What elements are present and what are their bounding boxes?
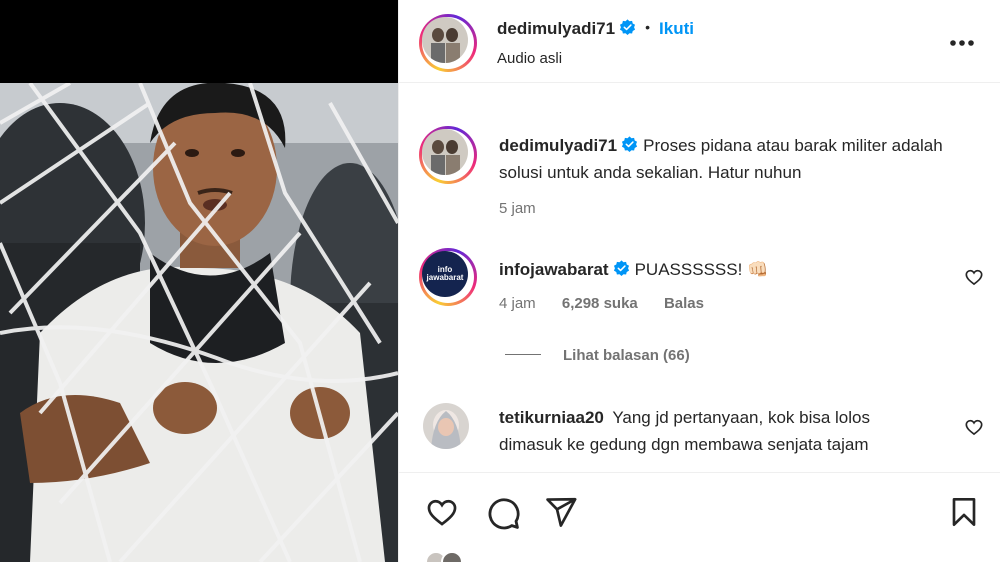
- author-avatar-image: [422, 17, 468, 63]
- video-frame[interactable]: [0, 83, 398, 562]
- follow-button[interactable]: Ikuti: [659, 19, 694, 38]
- share-icon[interactable]: [544, 495, 578, 529]
- comment-clip: tetikurniaa20 Yang jd pertanyaan, kok bi…: [399, 400, 1000, 471]
- view-replies-button[interactable]: Lihat balasan (66): [505, 347, 690, 365]
- author-avatar[interactable]: [419, 14, 477, 72]
- comment-avatar-infojawabarat[interactable]: info jawabarat: [419, 248, 477, 306]
- caption-avatar[interactable]: [419, 126, 477, 184]
- verified-badge-icon: [620, 19, 636, 35]
- liked-by-avatars[interactable]: [425, 551, 475, 562]
- more-horizontal-icon[interactable]: [949, 39, 975, 47]
- post-media[interactable]: [0, 0, 398, 562]
- post-details-panel: dedimulyadi71 • Ikuti Audio asli dedimulya…: [398, 0, 1000, 562]
- comment-text: PUASSSSSS! 👊🏻: [634, 260, 769, 279]
- bookmark-icon[interactable]: [948, 495, 980, 529]
- view-replies-line: [505, 354, 541, 355]
- comment-avatar-image: info jawabarat: [422, 251, 468, 297]
- comment-avatar-logo-text: info jawabarat: [426, 265, 464, 282]
- caption-avatar-image: [422, 129, 468, 175]
- comment-like-heart-icon[interactable]: [964, 267, 984, 287]
- verified-badge-icon: [613, 260, 629, 276]
- heart-icon[interactable]: [424, 495, 460, 529]
- video-still-illustration: [0, 83, 398, 562]
- post-header: dedimulyadi71 • Ikuti Audio asli: [399, 0, 1000, 83]
- comment-like-heart-icon[interactable]: [964, 417, 984, 437]
- comment-username[interactable]: infojawabarat: [499, 260, 609, 279]
- comment-likes[interactable]: 6,298 suka: [562, 295, 638, 312]
- comment-item: infojawabarat PUASSSSSS! 👊🏻: [499, 256, 939, 283]
- audio-label[interactable]: Audio asli: [497, 50, 562, 67]
- caption: dedimulyadi71 Proses pidana atau barak mi…: [499, 132, 979, 186]
- header-separator: •: [645, 19, 651, 35]
- action-bar: [399, 472, 1000, 562]
- comment-icon[interactable]: [485, 495, 521, 531]
- reply-button[interactable]: Balas: [664, 295, 704, 312]
- comment-item: tetikurniaa20 Yang jd pertanyaan, kok bi…: [499, 404, 899, 458]
- caption-username[interactable]: dedimulyadi71: [499, 136, 617, 155]
- comment-meta: 4 jam 6,298 suka Balas: [499, 295, 704, 312]
- author-username[interactable]: dedimulyadi71: [497, 19, 615, 38]
- verified-badge-icon: [622, 136, 638, 152]
- comment-username[interactable]: tetikurniaa20: [499, 408, 604, 427]
- view-replies-label: Lihat balasan (66): [563, 347, 690, 364]
- comment-time[interactable]: 4 jam: [499, 295, 536, 312]
- caption-time[interactable]: 5 jam: [499, 200, 536, 217]
